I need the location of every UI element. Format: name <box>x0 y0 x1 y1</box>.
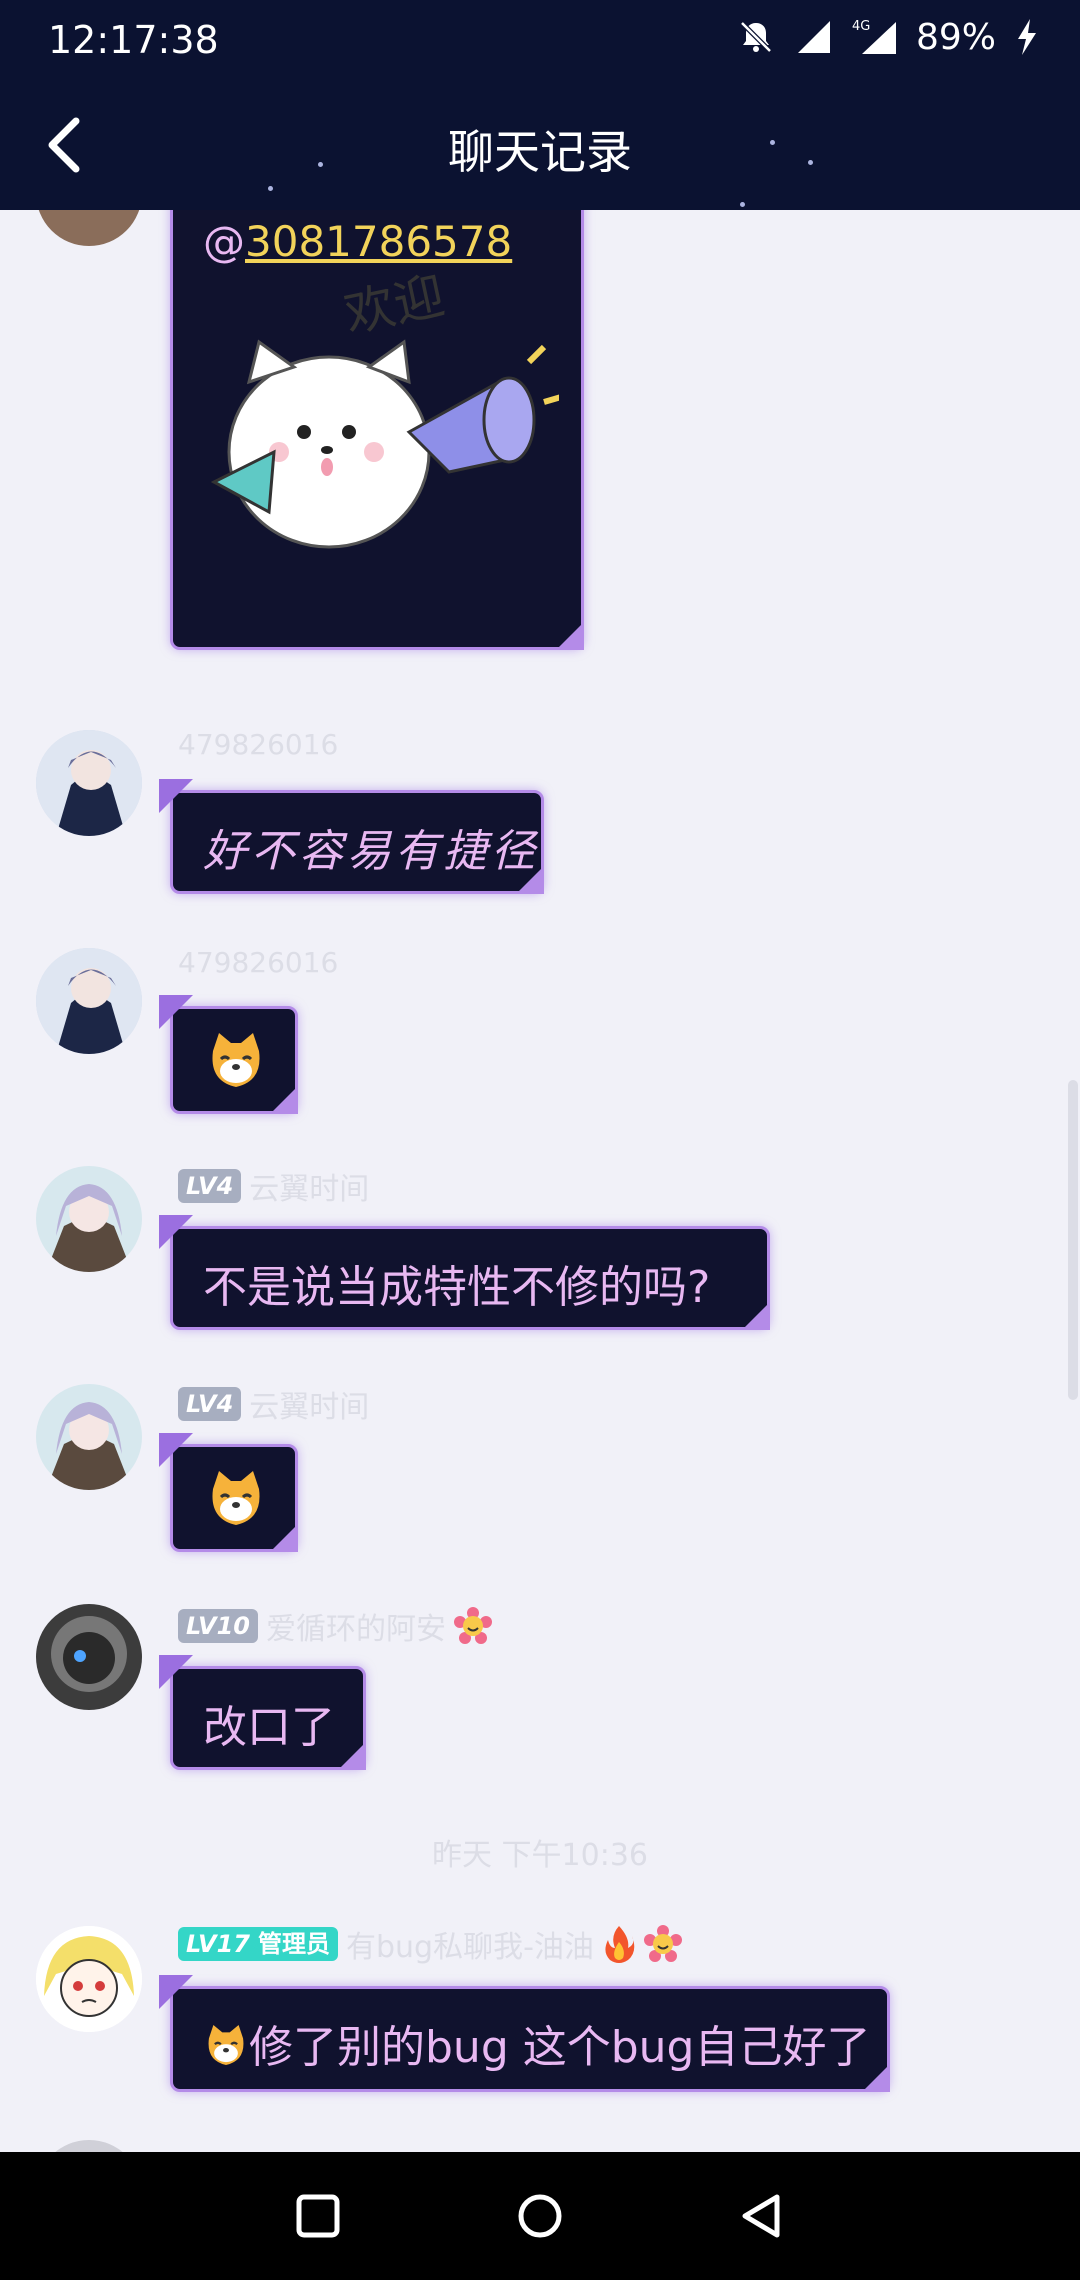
level-badge: LV4 <box>178 1387 242 1421</box>
admin-role-label: 管理员 <box>257 1930 330 1958</box>
status-time: 12:17:38 <box>48 18 219 62</box>
svg-text:4G: 4G <box>852 19 870 34</box>
message-bubble[interactable]: 不是说当成特性不修的吗? <box>159 1215 770 1330</box>
message-bubble[interactable]: @3081786578 欢迎 <box>170 210 584 650</box>
dog-face-emoji <box>208 2024 244 2066</box>
avatar[interactable] <box>36 210 142 246</box>
level-badge: LV4 <box>178 1169 242 1203</box>
message-bubble[interactable]: 修了别的bug 这个bug自己好了 <box>159 1975 890 2092</box>
triangle-back-icon <box>742 2194 780 2238</box>
app-header: 12:17:38 4G 89% 聊天记录 <box>0 0 1080 210</box>
admin-level-badge: LV17 管理员 <box>178 1927 338 1961</box>
message-bubble[interactable] <box>159 995 298 1114</box>
battery-percent: 89% <box>915 16 996 58</box>
sender-id: 479826016 <box>178 946 339 979</box>
message-bubble[interactable]: 改口了 <box>159 1655 366 1770</box>
square-icon <box>296 2194 340 2238</box>
svg-text:欢迎: 欢迎 <box>339 272 449 344</box>
level-badge: LV10 <box>178 1609 258 1643</box>
chat-history[interactable]: @3081786578 欢迎 479826016 好不容易有捷径 4798260… <box>0 210 1080 2152</box>
recents-button[interactable] <box>288 2186 348 2246</box>
mention-text[interactable]: @3081786578 <box>203 217 551 266</box>
welcome-cat-megaphone-sticker: 欢迎 <box>210 272 559 549</box>
message-bubble[interactable] <box>159 1433 298 1552</box>
sender-id: 479826016 <box>178 728 339 761</box>
sender-meta: LV4 云翼时间 <box>178 1382 369 1426</box>
time-divider: 昨天 下午10:36 <box>432 1838 648 1873</box>
message-text: 不是说当成特性不修的吗? <box>203 1262 711 1313</box>
back-nav-button[interactable] <box>732 2186 792 2246</box>
avatar[interactable] <box>36 730 142 836</box>
message-text: 好不容易有捷径 <box>203 826 539 877</box>
avatar[interactable] <box>36 948 142 1054</box>
fire-icon <box>605 1926 635 1963</box>
charging-icon <box>1014 17 1040 57</box>
sender-meta: LV4 云翼时间 <box>178 1164 369 1208</box>
flower-smile-icon <box>643 1925 682 1962</box>
system-navigation-bar <box>0 2152 1080 2280</box>
bell-off-icon <box>736 17 776 57</box>
dog-face-emoji <box>212 1033 260 1087</box>
scrollbar[interactable] <box>1068 1080 1078 1400</box>
header-star-decoration <box>740 202 745 207</box>
sender-meta: LV10 爱循环的阿安 <box>178 1604 492 1648</box>
sender-nickname[interactable]: 云翼时间 <box>249 1164 369 1208</box>
avatar[interactable] <box>36 1604 142 1710</box>
home-button[interactable] <box>510 2186 570 2246</box>
avatar[interactable] <box>36 2140 142 2152</box>
avatar[interactable] <box>36 1926 142 2032</box>
dog-face-emoji <box>212 1471 260 1525</box>
signal-icon <box>794 17 834 57</box>
message-text: 修了别的bug 这个bug自己好了 <box>249 2022 871 2073</box>
sender-nickname[interactable]: 爱循环的阿安 <box>266 1604 446 1648</box>
signal-4g-icon: 4G <box>852 16 898 58</box>
flower-smile-icon <box>453 1607 492 1644</box>
avatar[interactable] <box>36 1384 142 1490</box>
avatar[interactable] <box>36 1166 142 1272</box>
sender-nickname[interactable]: 云翼时间 <box>249 1382 369 1426</box>
circle-icon <box>518 2194 562 2238</box>
message-bubble[interactable]: 好不容易有捷径 <box>159 779 544 894</box>
message-text: 改口了 <box>203 1702 335 1753</box>
status-icons: 4G 89% <box>736 16 1040 58</box>
header-star-decoration <box>268 186 273 191</box>
page-title: 聊天记录 <box>448 125 632 179</box>
sender-meta: LV17 管理员 有bug私聊我-油油 <box>178 1922 682 1966</box>
sender-nickname[interactable]: 有bug私聊我-油油 <box>346 1922 594 1966</box>
